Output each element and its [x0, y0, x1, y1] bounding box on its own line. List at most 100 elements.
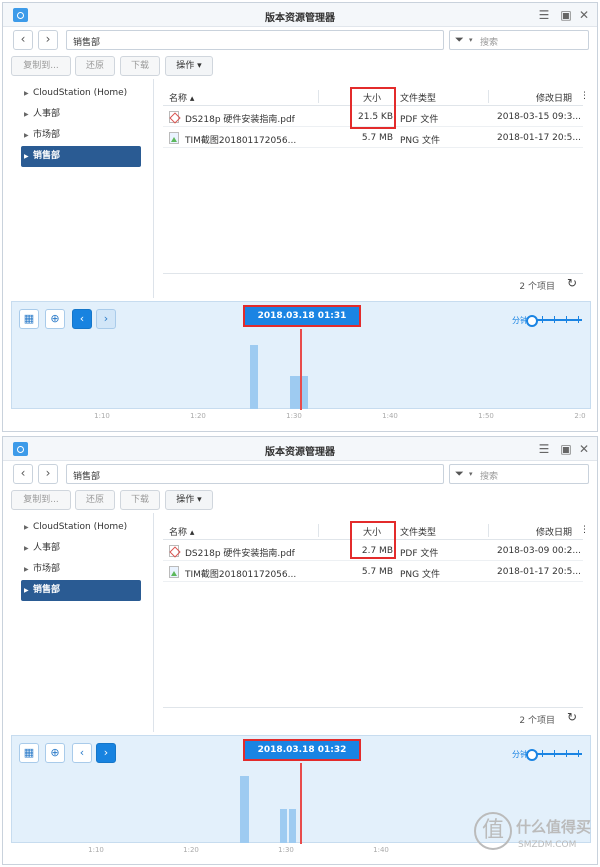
sidebar-item-marketing[interactable]: ▶ 市场部	[11, 559, 151, 580]
action-button[interactable]: 操作 ▾	[165, 56, 213, 76]
timeline-cursor[interactable]	[300, 329, 302, 410]
table-row[interactable]: TIM截图201801172056... 5.7 MB PNG 文件 2018-…	[163, 562, 583, 582]
sidebar-item-label: 人事部	[33, 543, 61, 553]
version-bar[interactable]	[250, 345, 258, 409]
timeline-cursor[interactable]	[300, 763, 302, 844]
filter-icon[interactable]: ⏷	[455, 467, 464, 481]
expand-icon[interactable]: ▶	[24, 83, 29, 104]
axis-tick-label: 1:20	[190, 412, 206, 420]
axis-tick-label: 1:40	[382, 412, 398, 420]
restore-button[interactable]: 还原	[75, 490, 115, 510]
action-button[interactable]: 操作 ▾	[165, 490, 213, 510]
column-modified[interactable]: 修改日期	[536, 525, 572, 538]
sidebar: ▶ CloudStation (Home) ▶ 人事部 ▶ 市场部 ▶ 销售部	[11, 517, 151, 732]
close-icon[interactable]: ✕	[577, 8, 591, 22]
window-title: 版本资源管理器	[265, 13, 335, 24]
version-bar[interactable]	[280, 809, 287, 843]
back-button[interactable]: ‹	[13, 464, 33, 484]
search-input[interactable]: ⏷ ▾ 搜索	[449, 30, 589, 50]
column-type[interactable]: 文件类型	[400, 525, 436, 538]
previous-version-button[interactable]: ‹	[72, 743, 92, 763]
crosshair-icon[interactable]: ⊕	[45, 309, 65, 329]
refresh-icon[interactable]: ↻	[567, 276, 577, 290]
table-row[interactable]: TIM截图201801172056... 5.7 MB PNG 文件 2018-…	[163, 128, 583, 148]
sidebar-item-sales[interactable]: ▶ 销售部	[21, 146, 141, 167]
sidebar-item-hr[interactable]: ▶ 人事部	[11, 538, 151, 559]
close-icon[interactable]: ✕	[577, 442, 591, 456]
sidebar-item-sales[interactable]: ▶ 销售部	[21, 580, 141, 601]
path-field[interactable]: 销售部	[66, 464, 444, 484]
column-divider	[318, 524, 319, 537]
zoom-tick	[566, 750, 567, 757]
file-name: TIM截图201801172056...	[185, 136, 297, 146]
forward-button[interactable]: ›	[38, 30, 58, 50]
forward-button[interactable]: ›	[38, 464, 58, 484]
image-file-icon	[169, 566, 179, 578]
file-size: 5.7 MB	[361, 567, 393, 577]
crosshair-icon[interactable]: ⊕	[45, 743, 65, 763]
file-modified: 2018-03-15 09:3...	[497, 112, 581, 122]
next-version-button[interactable]: ›	[96, 309, 116, 329]
file-modified: 2018-03-09 00:2...	[497, 546, 581, 556]
calendar-icon[interactable]: ▦	[19, 743, 39, 763]
zoom-tick	[578, 316, 579, 323]
restore-button[interactable]: 还原	[75, 56, 115, 76]
refresh-icon[interactable]: ↻	[567, 710, 577, 724]
file-name: DS218p 硬件安装指南.pdf	[185, 549, 295, 559]
sidebar-item-label: 人事部	[33, 109, 61, 119]
search-input[interactable]: ⏷ ▾ 搜索	[449, 464, 589, 484]
current-version-date: 2018.03.18 01:31	[243, 305, 361, 327]
download-button[interactable]: 下载	[120, 490, 160, 510]
filter-icon[interactable]: ⏷	[455, 33, 464, 47]
file-type: PNG 文件	[400, 570, 440, 580]
maximize-icon[interactable]: ▣	[559, 442, 573, 456]
column-modified[interactable]: 修改日期	[536, 91, 572, 104]
version-explorer-window-1: 版本资源管理器 ☰ ▣ ✕ ‹ › 销售部 ⏷ ▾ 搜索 复制到... 还原 下…	[2, 2, 598, 432]
version-explorer-window-2: 版本资源管理器 ☰ ▣ ✕ ‹ › 销售部 ⏷ ▾ 搜索 复制到... 还原 下…	[2, 436, 598, 865]
version-bar[interactable]	[289, 809, 296, 843]
sidebar-item-cloudstation[interactable]: ▶ CloudStation (Home)	[11, 517, 151, 538]
expand-icon[interactable]: ▶	[24, 517, 29, 538]
expand-icon[interactable]: ▶	[24, 559, 29, 580]
version-bar[interactable]	[290, 376, 308, 409]
expand-icon[interactable]: ▶	[24, 580, 29, 601]
column-menu-icon[interactable]: ⋮	[580, 525, 589, 535]
expand-icon[interactable]: ▶	[24, 125, 29, 146]
file-type: PDF 文件	[400, 549, 439, 559]
sidebar-item-hr[interactable]: ▶ 人事部	[11, 104, 151, 125]
search-placeholder: 搜索	[480, 38, 499, 48]
navigation-bar: ‹ › 销售部 ⏷ ▾ 搜索	[3, 461, 597, 489]
column-name[interactable]: 名称 ▴	[169, 91, 194, 104]
previous-version-button[interactable]: ‹	[72, 309, 92, 329]
calendar-icon[interactable]: ▦	[19, 309, 39, 329]
back-button[interactable]: ‹	[13, 30, 33, 50]
maximize-icon[interactable]: ▣	[559, 8, 573, 22]
grid-footer: 2 个项目 ↻	[163, 273, 583, 293]
copy-to-button[interactable]: 复制到...	[11, 56, 71, 76]
axis-tick-label: 1:10	[88, 846, 104, 854]
menu-icon[interactable]: ☰	[537, 8, 551, 22]
sidebar-item-cloudstation[interactable]: ▶ CloudStation (Home)	[11, 83, 151, 104]
expand-icon[interactable]: ▶	[24, 146, 29, 167]
sidebar-item-marketing[interactable]: ▶ 市场部	[11, 125, 151, 146]
titlebar: 版本资源管理器 ☰ ▣ ✕	[3, 437, 597, 461]
sidebar-item-label: 市场部	[33, 564, 61, 574]
download-button[interactable]: 下载	[120, 56, 160, 76]
path-field[interactable]: 销售部	[66, 30, 444, 50]
zoom-slider[interactable]	[526, 749, 582, 761]
version-bar[interactable]	[240, 776, 249, 843]
navigation-bar: ‹ › 销售部 ⏷ ▾ 搜索	[3, 27, 597, 55]
next-version-button[interactable]: ›	[96, 743, 116, 763]
column-name[interactable]: 名称 ▴	[169, 525, 194, 538]
column-type[interactable]: 文件类型	[400, 91, 436, 104]
expand-icon[interactable]: ▶	[24, 104, 29, 125]
copy-to-button[interactable]: 复制到...	[11, 490, 71, 510]
chevron-down-icon[interactable]: ▾	[469, 470, 473, 478]
column-divider	[488, 90, 489, 103]
column-menu-icon[interactable]: ⋮	[580, 91, 589, 101]
version-timeline[interactable]: ▦ ⊕ ‹ › 2018.03.18 01:31 分钟	[11, 301, 591, 410]
zoom-slider[interactable]	[526, 315, 582, 327]
chevron-down-icon[interactable]: ▾	[469, 36, 473, 44]
menu-icon[interactable]: ☰	[537, 442, 551, 456]
expand-icon[interactable]: ▶	[24, 538, 29, 559]
